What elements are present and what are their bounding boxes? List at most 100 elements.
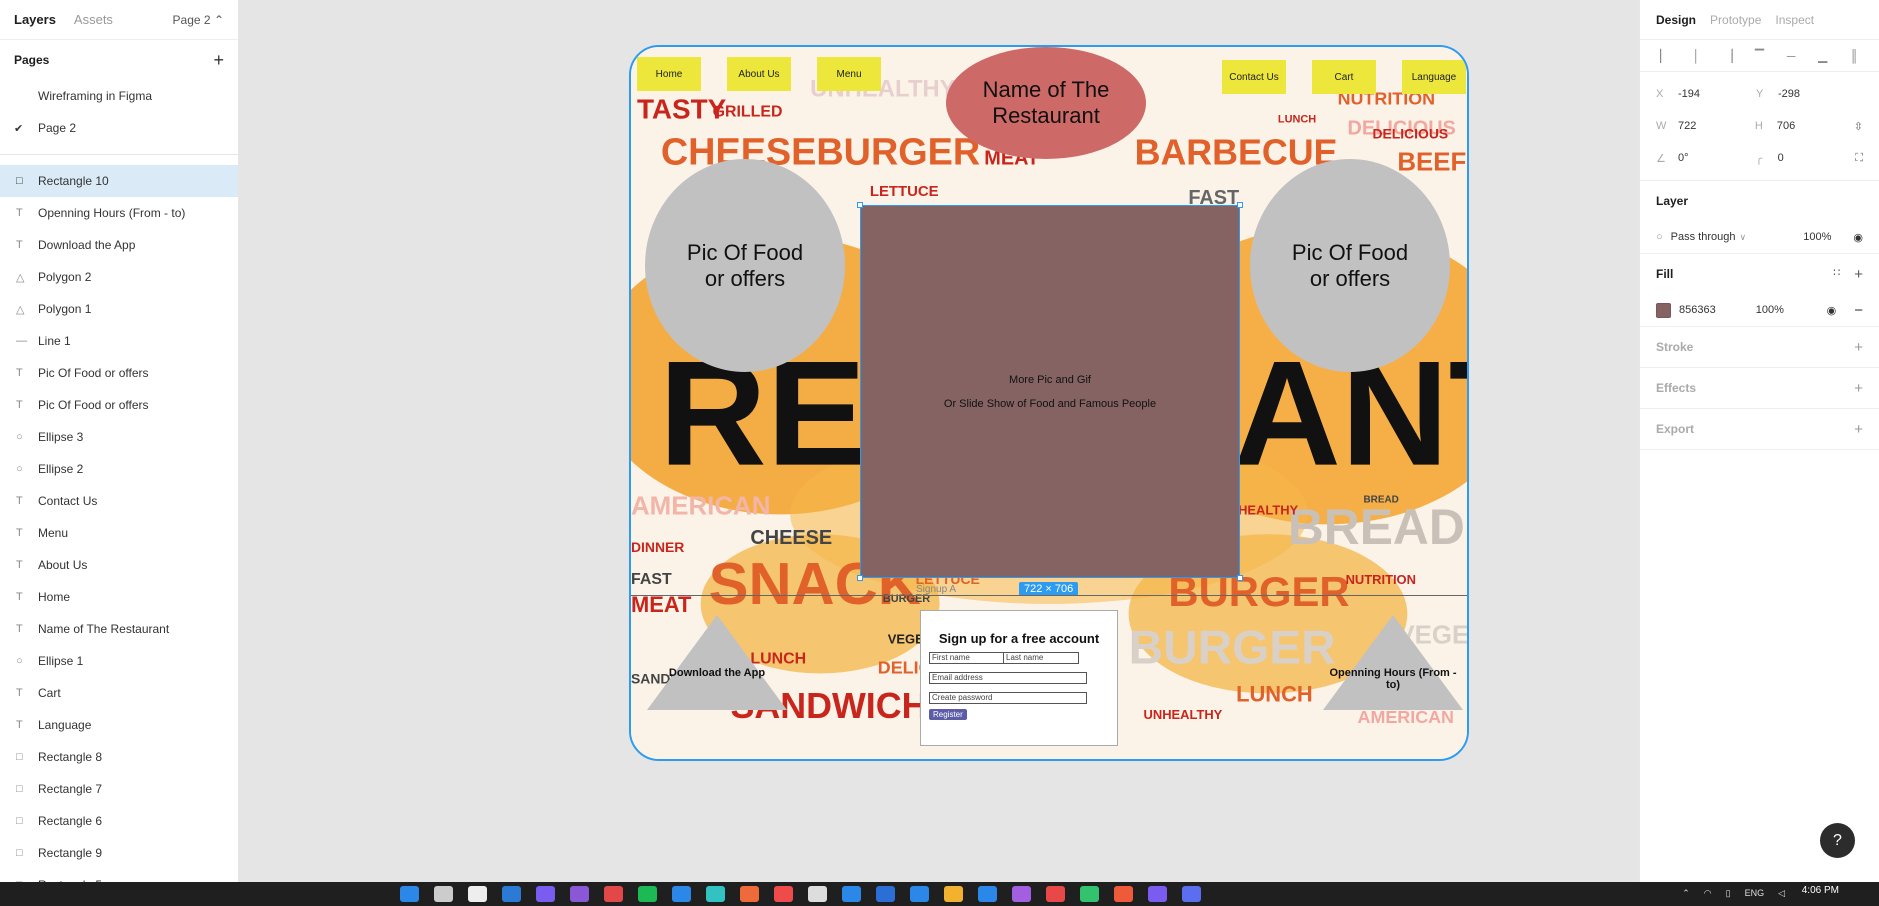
layer-item[interactable]: — Line 1 xyxy=(0,325,238,357)
clock[interactable]: 4:06 PM xyxy=(1802,885,1839,896)
align-left-icon[interactable]: ▏ xyxy=(1656,49,1674,63)
constrain-proportions-icon[interactable]: ⇳ xyxy=(1854,120,1863,133)
align-center-v-icon[interactable]: ─ xyxy=(1782,49,1800,63)
password-field[interactable]: Create password xyxy=(929,692,1087,704)
taskbar-app-icon[interactable] xyxy=(978,886,997,902)
align-bottom-icon[interactable]: ▁ xyxy=(1814,49,1832,63)
last-name-field[interactable]: Last name xyxy=(1004,652,1079,664)
remove-fill-icon[interactable]: − xyxy=(1854,302,1863,319)
add-export-icon[interactable]: + xyxy=(1854,421,1863,438)
nav-about-button[interactable]: About Us xyxy=(727,57,791,91)
layer-item[interactable]: □ Rectangle 6 xyxy=(0,805,238,837)
distribute-icon[interactable]: ║ xyxy=(1845,49,1863,63)
y-field[interactable]: Y -298 xyxy=(1756,88,1856,100)
taskbar-app-icon[interactable] xyxy=(672,886,691,902)
layer-item[interactable]: ○ Ellipse 2 xyxy=(0,453,238,485)
add-effect-icon[interactable]: + xyxy=(1854,380,1863,397)
corner-radius-field[interactable]: ╭ 0 xyxy=(1756,152,1856,165)
taskbar-app-icon[interactable] xyxy=(604,886,623,902)
fill-color-swatch[interactable] xyxy=(1656,302,1671,318)
layer-item[interactable]: T Download the App xyxy=(0,229,238,261)
page-item[interactable]: ✔ Page 2 xyxy=(0,112,238,144)
layer-item[interactable]: □ Rectangle 7 xyxy=(0,773,238,805)
width-field[interactable]: W 722 xyxy=(1656,120,1755,132)
taskbar-app-icon[interactable] xyxy=(502,886,521,902)
add-page-icon[interactable]: + xyxy=(213,50,224,71)
nav-menu-button[interactable]: Menu xyxy=(817,57,881,91)
layer-item[interactable]: T Contact Us xyxy=(0,485,238,517)
taskbar-app-icon[interactable] xyxy=(740,886,759,902)
layer-item[interactable]: T Pic Of Food or offers xyxy=(0,357,238,389)
taskbar-app-icon[interactable] xyxy=(1080,886,1099,902)
fill-opacity-value[interactable]: 100% xyxy=(1756,304,1784,316)
restaurant-wireframe-frame[interactable]: TASTY GRILLED UNHEALTHY CHEESEBURGER MEAT BAR… xyxy=(629,45,1469,761)
layer-item[interactable]: ○ Ellipse 3 xyxy=(0,421,238,453)
line-1[interactable] xyxy=(631,595,1467,596)
help-button[interactable]: ? xyxy=(1820,823,1855,858)
wifi-icon[interactable]: ◠ xyxy=(1704,888,1712,899)
taskbar-app-icon[interactable] xyxy=(434,886,453,902)
taskbar-app-icon[interactable] xyxy=(1012,886,1031,902)
pic-of-food-right-circle[interactable]: Pic Of Food or offers xyxy=(1250,159,1450,372)
eye-icon[interactable]: ◉ xyxy=(1853,231,1863,244)
volume-icon[interactable]: ◁ xyxy=(1778,888,1785,899)
taskbar-app-icon[interactable] xyxy=(876,886,895,902)
add-stroke-icon[interactable]: + xyxy=(1854,339,1863,356)
taskbar-app-icon[interactable] xyxy=(570,886,589,902)
layer-item[interactable]: ○ Ellipse 1 xyxy=(0,645,238,677)
taskbar-app-icon[interactable] xyxy=(774,886,793,902)
layer-opacity[interactable]: 100% xyxy=(1803,231,1831,243)
page-switcher[interactable]: Page 2 ⌃ xyxy=(173,13,224,27)
resize-handle-tr[interactable] xyxy=(1237,202,1243,208)
layer-item[interactable]: T Cart xyxy=(0,677,238,709)
signup-card[interactable]: Sign up for a free account First name La… xyxy=(920,610,1118,746)
page-item[interactable]: Wireframing in Figma xyxy=(0,80,238,112)
independent-corners-icon[interactable]: ⛶ xyxy=(1855,152,1863,165)
restaurant-name-ellipse[interactable]: Name of The Restaurant xyxy=(946,47,1146,159)
resize-handle-tl[interactable] xyxy=(857,202,863,208)
height-field[interactable]: H 706 xyxy=(1755,120,1854,132)
align-top-icon[interactable]: ▔ xyxy=(1751,49,1769,63)
resize-handle-br[interactable] xyxy=(1237,575,1243,581)
x-field[interactable]: X -194 xyxy=(1656,88,1756,100)
taskbar-app-icon[interactable] xyxy=(706,886,725,902)
layer-item[interactable]: △ Polygon 1 xyxy=(0,293,238,325)
tab-assets[interactable]: Assets xyxy=(74,12,113,27)
tray-chevron-icon[interactable]: ⌃ xyxy=(1682,888,1690,899)
layer-item[interactable]: □ Rectangle 9 xyxy=(0,837,238,869)
tab-inspect[interactable]: Inspect xyxy=(1775,13,1814,27)
layer-item[interactable]: T Menu xyxy=(0,517,238,549)
taskbar-app-icon[interactable] xyxy=(400,886,419,902)
nav-language-button[interactable]: Language xyxy=(1402,60,1466,94)
taskbar-app-icon[interactable] xyxy=(808,886,827,902)
layer-item[interactable]: □Rectangle 5 xyxy=(0,869,238,882)
taskbar-app-icon[interactable] xyxy=(842,886,861,902)
taskbar-app-icon[interactable] xyxy=(638,886,657,902)
fill-hex-value[interactable]: 856363 xyxy=(1679,304,1716,316)
tab-design[interactable]: Design xyxy=(1656,13,1696,27)
taskbar-app-icon[interactable] xyxy=(1182,886,1201,902)
add-fill-icon[interactable]: + xyxy=(1854,266,1863,283)
blend-mode-select[interactable]: Pass through xyxy=(1671,231,1736,243)
style-grid-icon[interactable]: ∷ xyxy=(1833,266,1840,283)
taskbar-app-icon[interactable] xyxy=(468,886,487,902)
taskbar-app-icon[interactable] xyxy=(910,886,929,902)
selected-rectangle-10[interactable]: More Pic and Gif Or Slide Show of Food a… xyxy=(860,205,1240,578)
register-button[interactable]: Register xyxy=(929,709,967,720)
layer-item[interactable]: T About Us xyxy=(0,549,238,581)
battery-icon[interactable]: ▯ xyxy=(1726,888,1731,899)
layer-item[interactable]: T Name of The Restaurant xyxy=(0,613,238,645)
rotation-field[interactable]: ∠ 0° xyxy=(1656,152,1756,165)
taskbar-app-icon[interactable] xyxy=(1046,886,1065,902)
taskbar-app-icon[interactable] xyxy=(944,886,963,902)
tab-layers[interactable]: Layers xyxy=(14,12,56,27)
layer-item[interactable]: T Home xyxy=(0,581,238,613)
layer-item[interactable]: □ Rectangle 10 xyxy=(0,165,238,197)
email-field[interactable]: Email address xyxy=(929,672,1087,684)
align-center-h-icon[interactable]: │ xyxy=(1688,49,1706,63)
nav-contact-button[interactable]: Contact Us xyxy=(1222,60,1286,94)
eye-icon[interactable]: ◉ xyxy=(1827,304,1837,317)
align-right-icon[interactable]: ▕ xyxy=(1719,49,1737,63)
taskbar-app-icon[interactable] xyxy=(1114,886,1133,902)
layer-item[interactable]: △ Polygon 2 xyxy=(0,261,238,293)
